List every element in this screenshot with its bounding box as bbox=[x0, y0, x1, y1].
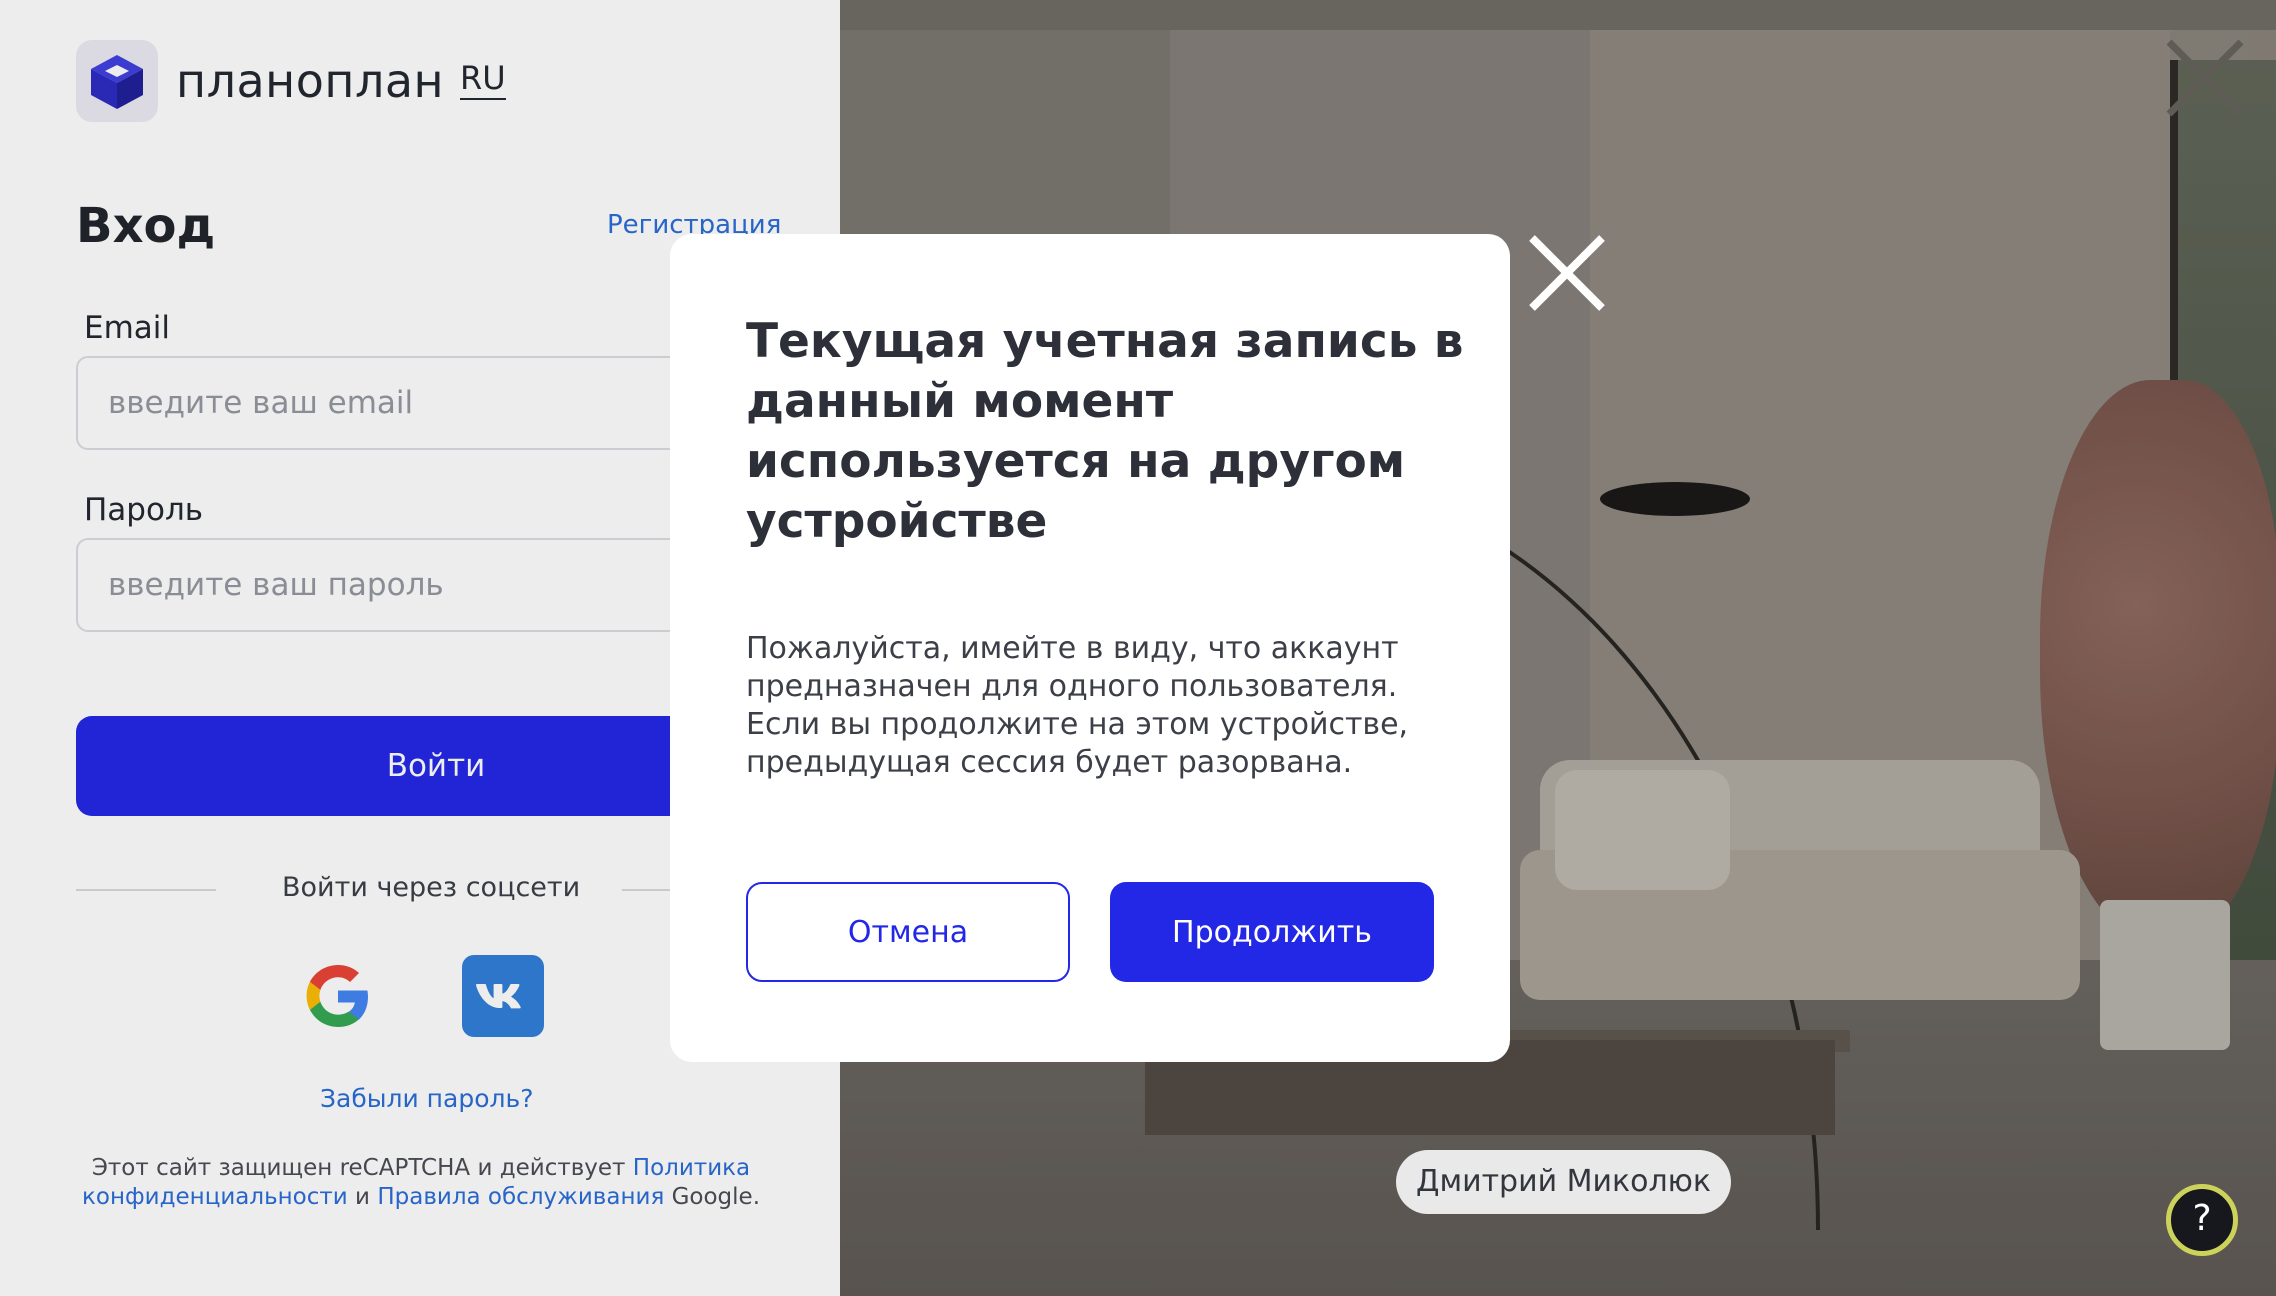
close-icon bbox=[2166, 39, 2244, 117]
continue-button[interactable]: Продолжить bbox=[1110, 882, 1434, 982]
close-icon bbox=[1529, 235, 1605, 311]
dialog-title: Текущая учетная запись в данный момент и… bbox=[746, 314, 1464, 549]
photo-author-chip: Дмитрий Миколюк bbox=[1396, 1150, 1732, 1214]
panel-close-button[interactable] bbox=[2163, 36, 2247, 120]
help-button[interactable]: ? bbox=[2166, 1184, 2238, 1256]
dialog-close-button[interactable] bbox=[1526, 232, 1608, 314]
cancel-button[interactable]: Отмена bbox=[746, 882, 1070, 982]
dialog-message: Пожалуйста, имейте в виду, что аккаунт п… bbox=[746, 631, 1409, 780]
session-conflict-dialog: Текущая учетная запись в данный момент и… bbox=[670, 234, 1510, 1062]
